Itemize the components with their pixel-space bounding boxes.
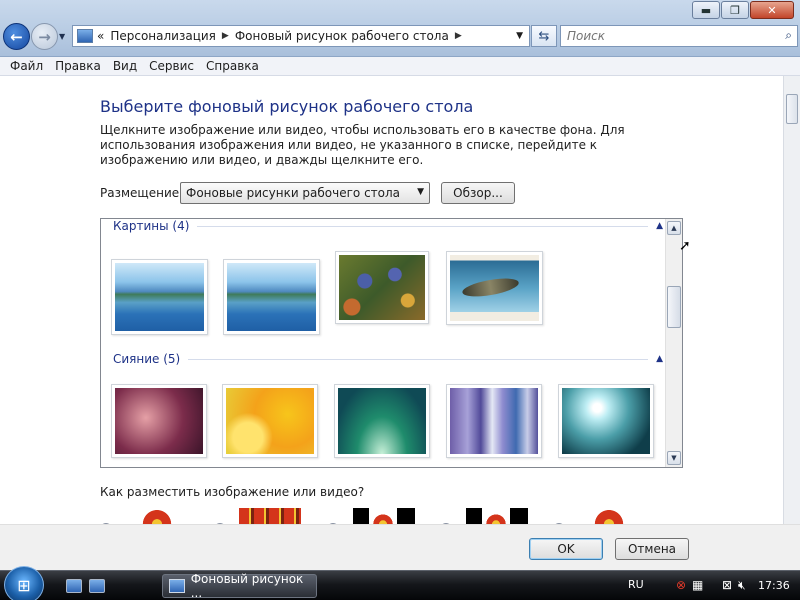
taskbar-item-label: Фоновый рисунок ... bbox=[190, 572, 304, 600]
search-input[interactable] bbox=[561, 26, 761, 46]
search-icon[interactable]: ⌕ bbox=[785, 28, 792, 43]
window-controls: ▬ ❐ ✕ bbox=[692, 1, 794, 19]
forward-button[interactable]: → bbox=[31, 23, 58, 50]
group-header-paintings[interactable]: Картины (4) ▲ bbox=[113, 219, 663, 233]
menu-view[interactable]: Вид bbox=[107, 59, 143, 73]
wallpaper-thumbnail[interactable] bbox=[335, 251, 429, 324]
content-area: Выберите фоновый рисунок рабочего стола … bbox=[0, 76, 783, 535]
refresh-icon: ⇆ bbox=[538, 28, 550, 44]
scrollbar-thumb[interactable] bbox=[786, 94, 798, 124]
cancel-button[interactable]: Отмена bbox=[615, 538, 689, 560]
group-divider bbox=[197, 225, 649, 227]
recent-pages-dropdown-icon[interactable]: ▼ bbox=[59, 32, 65, 41]
menu-edit[interactable]: Правка bbox=[49, 59, 107, 73]
page-scrollbar[interactable] bbox=[783, 76, 800, 524]
browse-button[interactable]: Обзор... bbox=[441, 182, 515, 204]
minimize-button[interactable]: ▬ bbox=[692, 1, 720, 19]
volume-muted-icon[interactable]: 🔇︎ bbox=[738, 578, 746, 593]
wallpaper-thumbnail[interactable] bbox=[111, 384, 207, 458]
taskbar: ⊞ Фоновый рисунок ... RU ⊗ ▦ ⊠ 🔇︎ 17:36 bbox=[0, 566, 800, 600]
mouse-cursor-icon: ➚ bbox=[679, 238, 691, 254]
wallpaper-thumbnail[interactable] bbox=[446, 384, 542, 458]
placement-value: Фоновые рисунки рабочего стола bbox=[186, 186, 401, 200]
ok-button[interactable]: OK bbox=[529, 538, 603, 560]
dialog-button-bar: OK Отмена bbox=[0, 524, 800, 570]
control-panel-icon bbox=[169, 579, 185, 593]
group-header-aurora[interactable]: Сияние (5) ▲ bbox=[113, 352, 663, 366]
wallpaper-image bbox=[450, 255, 539, 321]
wallpaper-thumbnail[interactable] bbox=[558, 384, 654, 458]
page-description: Щелкните изображение или видео, чтобы ис… bbox=[100, 123, 625, 167]
menu-bar: Файл Правка Вид Сервис Справка bbox=[0, 57, 800, 76]
breadcrumb-separator-icon[interactable]: ▶ bbox=[222, 31, 229, 41]
breadcrumb-separator-icon[interactable]: ▶ bbox=[455, 31, 462, 41]
language-indicator[interactable]: RU bbox=[628, 578, 644, 591]
wallpaper-thumbnail[interactable] bbox=[222, 384, 318, 458]
refresh-button[interactable]: ⇆ bbox=[531, 25, 557, 47]
close-button[interactable]: ✕ bbox=[750, 1, 794, 19]
wallpaper-image bbox=[226, 388, 314, 454]
collapse-chevron-icon[interactable]: ▲ bbox=[656, 221, 663, 231]
page-title: Выберите фоновый рисунок рабочего стола bbox=[100, 97, 474, 116]
scroll-up-icon[interactable]: ▲ bbox=[667, 221, 681, 235]
menu-tools[interactable]: Сервис bbox=[143, 59, 200, 73]
switch-windows-icon[interactable] bbox=[89, 579, 105, 593]
gallery-scrollbar[interactable]: ▲ ▼ bbox=[665, 219, 682, 467]
breadcrumb-personalization[interactable]: Персонализация bbox=[110, 29, 216, 43]
menu-file[interactable]: Файл bbox=[4, 59, 49, 73]
wallpaper-image bbox=[562, 388, 650, 454]
wallpaper-thumbnail[interactable] bbox=[223, 259, 320, 335]
scroll-down-icon[interactable]: ▼ bbox=[667, 451, 681, 465]
search-box[interactable]: ⌕ bbox=[560, 25, 798, 47]
back-arrow-icon: ← bbox=[10, 27, 23, 46]
control-panel-icon bbox=[77, 29, 93, 43]
chevron-down-icon: ▼ bbox=[417, 187, 424, 197]
wallpaper-image bbox=[227, 263, 316, 331]
address-bar[interactable]: « Персонализация ▶ Фоновый рисунок рабоч… bbox=[72, 25, 530, 47]
wallpaper-thumbnail[interactable] bbox=[111, 259, 208, 335]
forward-arrow-icon: → bbox=[38, 27, 51, 46]
maximize-button[interactable]: ❐ bbox=[721, 1, 749, 19]
wallpaper-gallery[interactable]: Картины (4) ▲ Сияние (5) ▲ ▲ ▼ bbox=[100, 218, 683, 468]
wallpaper-image bbox=[339, 255, 425, 320]
group-title: Сияние (5) bbox=[113, 352, 181, 366]
breadcrumb-desktop-background[interactable]: Фоновый рисунок рабочего стола bbox=[235, 29, 449, 43]
group-divider bbox=[188, 358, 649, 360]
wallpaper-image bbox=[115, 263, 204, 331]
title-bar: ▬ ❐ ✕ ← → ▼ « Персонализация ▶ Фоновый р… bbox=[0, 0, 800, 57]
show-desktop-icon[interactable] bbox=[66, 579, 82, 593]
placement-label: Размещение bbox=[100, 186, 180, 200]
taskbar-window-item[interactable]: Фоновый рисунок ... bbox=[162, 572, 317, 600]
address-dropdown-icon[interactable]: ▼ bbox=[516, 31, 523, 41]
position-question: Как разместить изображение или видео? bbox=[100, 485, 365, 499]
wallpaper-image bbox=[338, 388, 426, 454]
scrollbar-thumb[interactable] bbox=[667, 286, 681, 328]
network-disconnected-icon[interactable]: ⊠ bbox=[722, 578, 732, 592]
windows-logo-icon: ⊞ bbox=[17, 575, 31, 595]
placement-dropdown[interactable]: Фоновые рисунки рабочего стола ▼ bbox=[180, 182, 430, 204]
group-title: Картины (4) bbox=[113, 219, 190, 233]
network-icon[interactable]: ▦ bbox=[692, 578, 703, 592]
collapse-chevron-icon[interactable]: ▲ bbox=[656, 354, 663, 364]
wallpaper-thumbnail[interactable] bbox=[334, 384, 430, 458]
wallpaper-thumbnail[interactable] bbox=[446, 251, 543, 325]
back-button[interactable]: ← bbox=[3, 23, 30, 50]
menu-help[interactable]: Справка bbox=[200, 59, 265, 73]
breadcrumb-prefix[interactable]: « bbox=[97, 29, 104, 43]
security-alert-icon[interactable]: ⊗ bbox=[676, 578, 686, 592]
wallpaper-image bbox=[450, 388, 538, 454]
wallpaper-image bbox=[115, 388, 203, 454]
start-button[interactable]: ⊞ bbox=[4, 566, 44, 600]
clock[interactable]: 17:36 bbox=[758, 579, 790, 592]
